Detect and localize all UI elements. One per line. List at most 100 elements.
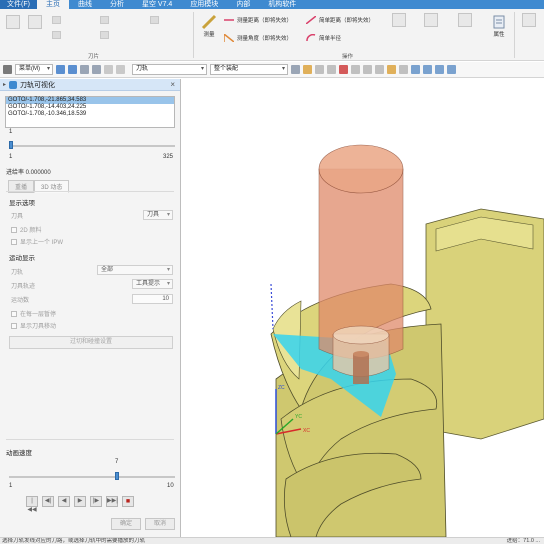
play-reverse-button[interactable]: ◀ (58, 496, 70, 507)
speed-slider-track[interactable] (9, 476, 175, 478)
view-icon[interactable] (423, 65, 432, 74)
tool-icon (100, 31, 109, 39)
properties-button[interactable]: 属性 (491, 14, 507, 38)
ribbon-button-1[interactable] (6, 15, 20, 31)
menu-tab-curve[interactable]: 曲线 (69, 0, 101, 9)
select-icon[interactable] (68, 65, 77, 74)
measure-distance-button[interactable]: 测量距离（即将失效） (224, 16, 292, 24)
ribbon-small-3[interactable] (100, 16, 109, 24)
view-icon[interactable] (411, 65, 420, 74)
speed-slider-thumb[interactable] (115, 472, 119, 480)
graphics-viewport[interactable]: XC YC ZC (181, 79, 544, 537)
position-slider-track[interactable] (9, 145, 175, 147)
ribbon-button-5[interactable] (458, 13, 472, 29)
ribbon-group-toolpath: 刀片 (88, 54, 100, 60)
menu-dropdown[interactable]: 菜单(M) (15, 64, 53, 75)
menu-tab-mechanism[interactable]: 机构软件 (259, 0, 305, 9)
fast-forward-button[interactable]: ▶▶| (106, 496, 118, 507)
menu-tab-xingkong[interactable]: 星空 V7.4 (133, 0, 181, 9)
snap-icon[interactable] (303, 65, 312, 74)
snap-icon[interactable] (339, 65, 348, 74)
snap-icon[interactable] (399, 65, 408, 74)
checkbox-label: 显示刀具移动 (20, 324, 57, 330)
ribbon-small-2[interactable] (52, 31, 61, 39)
menu-bar: 文件(F) 主页 曲线 分析 星空 V7.4 应用模块 内部 机构软件 (0, 0, 544, 9)
simple-distance-button[interactable]: 简单距离（即将失效） (306, 16, 374, 24)
motion-count-input[interactable]: 10 (132, 294, 173, 304)
goto-item[interactable]: GOTO/-1.708,-21.865,34.583 (6, 97, 174, 104)
select-icon[interactable] (104, 65, 113, 74)
step-back-button[interactable]: ◀| (42, 496, 54, 507)
simple-radius-label: 简单半径 (319, 36, 342, 42)
cancel-button[interactable]: 取消 (145, 518, 175, 530)
ribbon-button-2[interactable] (28, 15, 42, 31)
speed-value-label: 7 (115, 459, 119, 465)
select-icon[interactable] (56, 65, 65, 74)
simple-radius-button[interactable]: 简单半径 (306, 34, 341, 42)
tool-shank-top (332, 325, 390, 345)
cutter (353, 354, 369, 384)
snap-icon[interactable] (387, 65, 396, 74)
show-prev-ipw-checkbox[interactable]: 显示上一个 IPW (11, 237, 63, 246)
ribbon-button-4[interactable] (424, 13, 438, 29)
tool-track-dropdown[interactable]: 工具提示 (132, 279, 173, 289)
ribbon-small-4[interactable] (100, 31, 109, 39)
type-filter-dropdown[interactable]: 刀轨 (132, 64, 207, 75)
measure-angle-icon (224, 34, 234, 42)
stop-button[interactable]: ■ (122, 496, 134, 507)
tool-icon (100, 16, 109, 24)
view-icon[interactable] (435, 65, 444, 74)
tool-icon (522, 13, 536, 27)
speed-max-label: 10 (167, 483, 174, 489)
play-button[interactable]: ▶ (74, 496, 86, 507)
ribbon-group-operation: 操作 (342, 54, 354, 60)
motion-count-label: 运动数 (11, 298, 30, 304)
2d-paint-checkbox[interactable]: 2D 颜料 (11, 225, 41, 234)
show-tool-motion-checkbox[interactable]: 显示刀具移动 (11, 321, 56, 330)
snap-icon[interactable] (363, 65, 372, 74)
menu-tab-home[interactable]: 主页 (36, 0, 69, 9)
tool-label: 刀具 (11, 214, 24, 220)
feed-rate-label: 进给率 0.000000 (6, 170, 51, 176)
y-axis-label: YC (295, 414, 302, 420)
menu-tab-file[interactable]: 文件(F) (0, 0, 37, 9)
close-icon[interactable]: × (170, 80, 175, 89)
gouge-collision-settings-button[interactable]: 过切和碰撞设置 (9, 336, 173, 349)
pause-each-layer-checkbox[interactable]: 在每一层暂停 (11, 309, 56, 318)
menu-tab-internal[interactable]: 内部 (227, 0, 259, 9)
scope-dropdown[interactable]: 整个装配 (210, 64, 288, 75)
select-icon[interactable] (80, 65, 89, 74)
rewind-button[interactable]: |◀◀ (26, 496, 38, 513)
toolpath-icon (9, 80, 18, 89)
menu-grid-icon[interactable] (3, 65, 12, 74)
goto-list[interactable]: GOTO/-1.708,-21.865,34.583 GOTO/-1.708,-… (5, 96, 175, 128)
collapse-arrow-icon[interactable]: ▸ (3, 81, 6, 88)
menu-tab-analysis[interactable]: 分析 (101, 0, 133, 9)
measure-button[interactable]: 测量 (201, 14, 217, 38)
select-icon[interactable] (116, 65, 125, 74)
filter-icon[interactable] (291, 65, 300, 74)
ribbon-button-6[interactable] (522, 13, 536, 29)
menu-tab-applications[interactable]: 应用模块 (181, 0, 227, 9)
position-slider-thumb[interactable] (9, 141, 13, 149)
snap-icon[interactable] (327, 65, 336, 74)
divider (6, 439, 174, 440)
tool-icon (424, 13, 438, 27)
ribbon-small-1[interactable] (52, 16, 61, 24)
goto-item[interactable]: GOTO/-1.708,-14.403,24.225 (6, 104, 174, 111)
view-icon[interactable] (447, 65, 456, 74)
toolpath-dropdown[interactable]: 全部 (97, 265, 173, 275)
measure-angle-button[interactable]: 测量角度（即将失效） (224, 34, 292, 42)
tool-holder-top (318, 144, 404, 194)
ribbon-button-3[interactable] (392, 13, 406, 29)
ok-button[interactable]: 确定 (111, 518, 141, 530)
tool-track-label: 刀具轨迹 (11, 284, 36, 290)
snap-icon[interactable] (351, 65, 360, 74)
step-forward-button[interactable]: |▶ (90, 496, 102, 507)
snap-icon[interactable] (375, 65, 384, 74)
goto-item[interactable]: GOTO/-1.708,-10.346,18.539 (6, 111, 174, 118)
snap-icon[interactable] (315, 65, 324, 74)
select-icon[interactable] (92, 65, 101, 74)
tool-dropdown[interactable]: 刀具 (143, 210, 173, 220)
ribbon-small-5[interactable] (150, 16, 159, 24)
